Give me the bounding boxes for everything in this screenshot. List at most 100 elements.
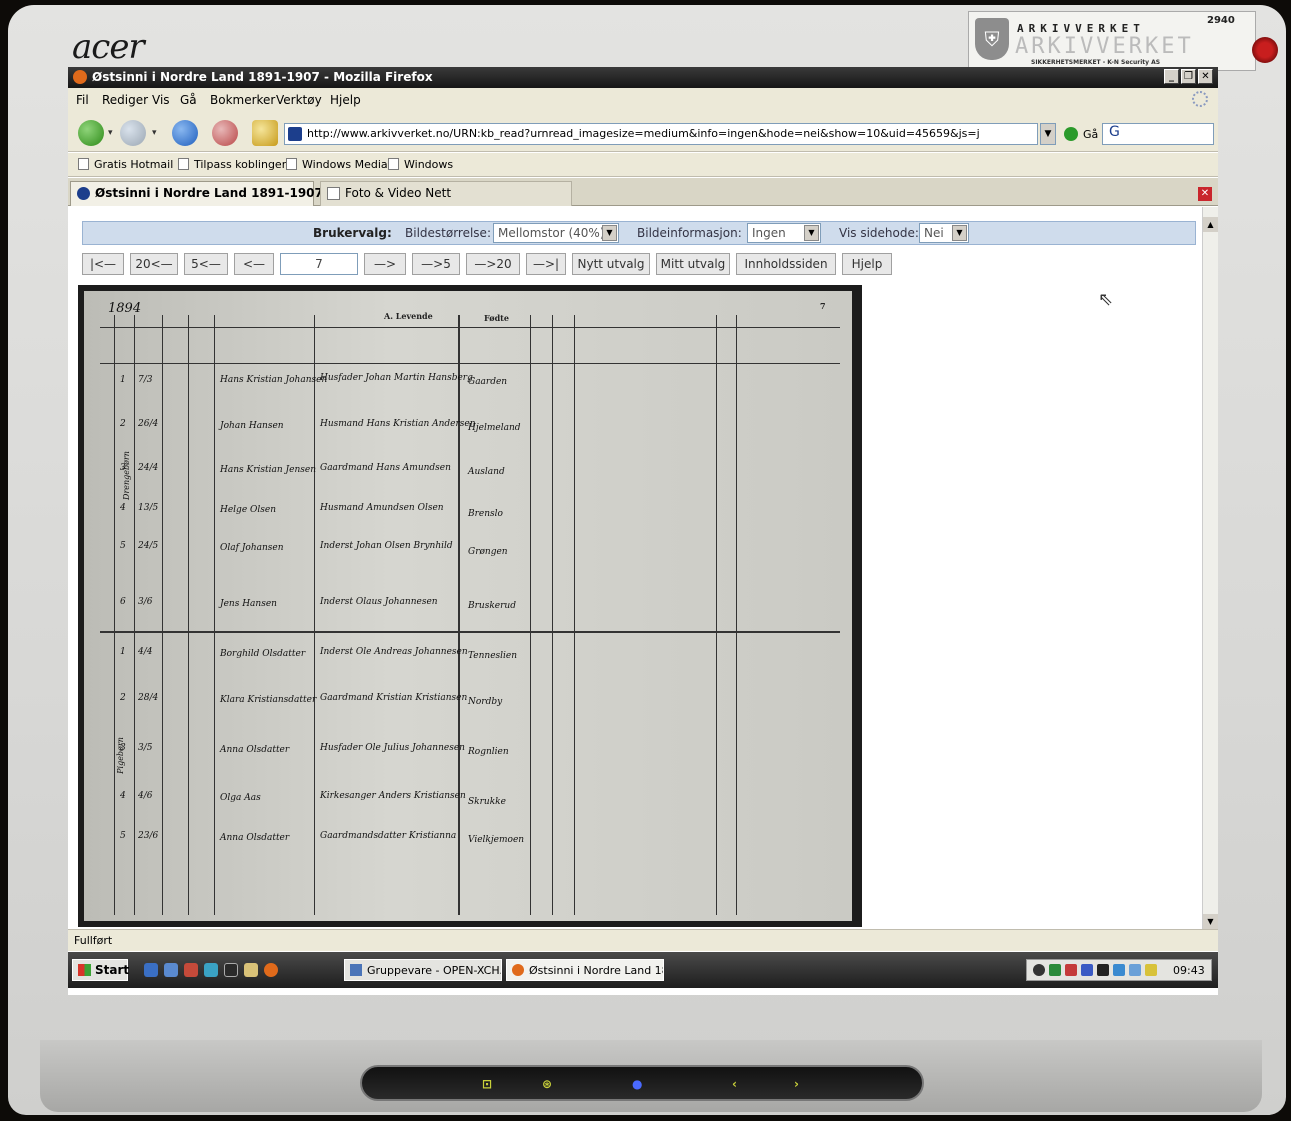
close-tab-icon[interactable]: ✕ xyxy=(1198,187,1212,201)
screen: Østsinni i Nordre Land 1891-1907 - Mozil… xyxy=(68,67,1218,995)
menu-help[interactable]: Hjelp xyxy=(330,93,361,107)
back-5-button[interactable]: 5<— xyxy=(184,253,228,275)
image-info-label: Bildeinformasjon: xyxy=(637,226,742,240)
firefox-icon xyxy=(73,70,87,84)
maximize-button[interactable]: ❐ xyxy=(1181,69,1196,84)
back-icon[interactable] xyxy=(78,120,104,146)
close-button[interactable]: ✕ xyxy=(1198,69,1213,84)
menu-hw-icon[interactable]: ⊡ xyxy=(482,1077,492,1091)
show-header-select[interactable]: Nei ▼ xyxy=(919,223,969,243)
tab-foto-video[interactable]: Foto & Video Nett xyxy=(320,181,572,206)
power-hw-icon[interactable]: ● xyxy=(632,1077,642,1091)
url-text: http://www.arkivverket.no/URN:kb_read?ur… xyxy=(307,127,980,140)
minimize-button[interactable]: _ xyxy=(1164,69,1179,84)
left-hw-icon[interactable]: ‹ xyxy=(732,1077,737,1091)
menu-file[interactable]: Fil xyxy=(76,93,89,107)
messenger-icon[interactable] xyxy=(184,963,198,977)
throbber-icon xyxy=(1192,91,1208,107)
tray-icon[interactable] xyxy=(1129,964,1141,976)
auto-hw-icon[interactable]: ⊛ xyxy=(542,1077,552,1091)
ledger-page: 1894 A. Levende Fødte 7 Drengebørn Pigeb… xyxy=(84,291,852,921)
help-button[interactable]: Hjelp xyxy=(842,253,892,275)
tray-icon[interactable] xyxy=(1033,964,1045,976)
taskbar-item-firefox[interactable]: Østsinni i Nordre Land 18... xyxy=(506,959,664,981)
browser-icon[interactable] xyxy=(204,963,218,977)
ie-icon[interactable] xyxy=(144,963,158,977)
vertical-scrollbar[interactable]: ▲ ▼ xyxy=(1202,207,1218,929)
back-dropdown-icon[interactable]: ▾ xyxy=(108,128,113,138)
image-size-select[interactable]: Mellomstor (40%) ▼ xyxy=(493,223,619,243)
start-button[interactable]: Start xyxy=(72,959,129,981)
first-page-button[interactable]: |<— xyxy=(82,253,124,275)
right-hw-icon[interactable]: › xyxy=(794,1077,799,1091)
ledger-year: 1894 xyxy=(108,301,142,316)
tray-icon[interactable] xyxy=(1049,964,1061,976)
tray-icon[interactable] xyxy=(1145,964,1157,976)
media-icon[interactable] xyxy=(164,963,178,977)
bookmark-item[interactable]: Windows Media xyxy=(286,158,388,171)
home-icon[interactable] xyxy=(252,120,278,146)
stop-icon[interactable] xyxy=(212,120,238,146)
firefox-icon[interactable] xyxy=(264,963,278,977)
system-tray: 09:43 xyxy=(1026,959,1212,981)
page-content: Brukervalg: Bildestørrelse: Mellomstor (… xyxy=(68,207,1218,929)
menu-edit[interactable]: Rediger xyxy=(102,93,148,107)
scroll-down-icon[interactable]: ▼ xyxy=(1203,914,1218,929)
go-button[interactable]: Gå xyxy=(1083,128,1098,141)
chevron-down-icon: ▼ xyxy=(804,225,819,241)
sticker-line2: ARKIVVERKET xyxy=(1015,34,1194,59)
explorer-icon[interactable] xyxy=(244,963,258,977)
mouse-cursor-icon: ⇖ xyxy=(1098,289,1114,310)
last-page-button[interactable]: —>| xyxy=(526,253,566,275)
show-header-label: Vis sidehode: xyxy=(839,226,919,240)
menu-view[interactable]: Vis xyxy=(152,93,170,107)
tray-icon[interactable] xyxy=(1081,964,1093,976)
bookmark-item[interactable]: Tilpass koblinger xyxy=(178,158,286,171)
tray-icon[interactable] xyxy=(1065,964,1077,976)
sticker-number: 2940 xyxy=(1207,15,1235,26)
chevron-down-icon: ▼ xyxy=(952,225,967,241)
monitor-control-panel: ⊡ ⊛ ● ‹ › xyxy=(360,1065,924,1101)
forward-dropdown-icon[interactable]: ▾ xyxy=(152,128,157,138)
bookmarks-toolbar: Gratis Hotmail Tilpass koblinger Windows… xyxy=(68,153,1218,177)
reload-icon[interactable] xyxy=(172,120,198,146)
tray-icon[interactable] xyxy=(1113,964,1125,976)
sticker-line3: SIKKERHETSMERKET - K-N Security AS xyxy=(1031,59,1161,66)
page-icon xyxy=(327,187,340,200)
forward-icon[interactable] xyxy=(120,120,146,146)
forward-20-button[interactable]: —>20 xyxy=(466,253,520,275)
forward-5-button[interactable]: —>5 xyxy=(412,253,460,275)
scroll-up-icon[interactable]: ▲ xyxy=(1203,217,1218,232)
app-icon xyxy=(350,964,362,976)
contents-page-button[interactable]: Innholdssiden xyxy=(736,253,836,275)
back-20-button[interactable]: 20<— xyxy=(130,253,178,275)
tab-ostsinni[interactable]: Østsinni i Nordre Land 1891-1907 xyxy=(70,181,323,206)
url-bar[interactable]: http://www.arkivverket.no/URN:kb_read?ur… xyxy=(284,123,1038,145)
back-1-button[interactable]: <— xyxy=(234,253,274,275)
bookmark-item[interactable]: Gratis Hotmail xyxy=(78,158,173,171)
search-input[interactable]: G xyxy=(1102,123,1214,145)
page-number-input[interactable]: 7 xyxy=(280,253,358,275)
window-titlebar: Østsinni i Nordre Land 1891-1907 - Mozil… xyxy=(68,67,1218,88)
status-text: Fullført xyxy=(74,934,113,947)
bookmark-item[interactable]: Windows xyxy=(388,158,453,171)
forward-1-button[interactable]: —> xyxy=(364,253,406,275)
tab-strip: Østsinni i Nordre Land 1891-1907 Foto & … xyxy=(68,178,1218,206)
menu-bookmarks[interactable]: Bokmerker xyxy=(210,93,275,107)
desktop-icon[interactable] xyxy=(224,963,238,977)
taskbar-item-gruppevare[interactable]: Gruppevare - OPEN-XCH... xyxy=(344,959,502,981)
menu-go[interactable]: Gå xyxy=(180,93,197,107)
url-dropdown-icon[interactable]: ▼ xyxy=(1040,123,1056,145)
image-info-select[interactable]: Ingen ▼ xyxy=(747,223,821,243)
clock[interactable]: 09:43 xyxy=(1173,964,1205,977)
my-selection-button[interactable]: Mitt utvalg xyxy=(656,253,730,275)
new-selection-button[interactable]: Nytt utvalg xyxy=(572,253,650,275)
user-options-bar: Brukervalg: Bildestørrelse: Mellomstor (… xyxy=(82,221,1196,245)
tray-icon[interactable] xyxy=(1097,964,1109,976)
go-icon[interactable] xyxy=(1064,127,1078,141)
ledger-section-heading: A. Levende xyxy=(384,311,433,321)
windows-logo-icon xyxy=(78,964,91,976)
menu-bar: Fil Rediger Vis Gå Bokmerker Verktøy Hje… xyxy=(68,88,1218,112)
folder-icon xyxy=(178,158,189,170)
menu-tools[interactable]: Verktøy xyxy=(276,93,322,107)
